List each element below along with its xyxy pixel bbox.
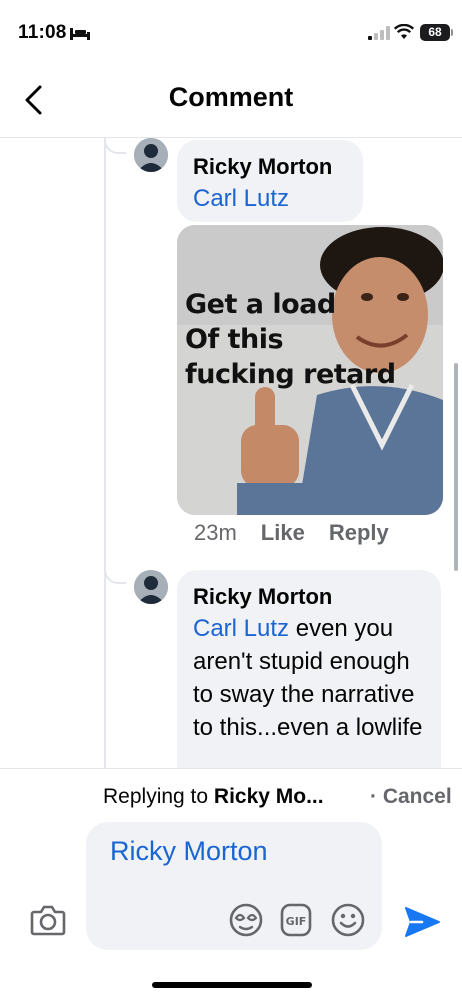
comment-author[interactable]: Ricky Morton	[193, 582, 425, 612]
header: Comment	[0, 62, 462, 138]
meme-caption: Get a load Of this fucking retard	[185, 289, 396, 390]
send-icon[interactable]	[402, 904, 442, 940]
reply-banner: Replying to Ricky Mo... · Cancel	[0, 768, 462, 822]
avatar[interactable]	[134, 138, 168, 172]
sleep-mode-icon	[70, 28, 90, 40]
comment-input[interactable]: Ricky Morton GIF	[86, 822, 382, 950]
mention-link[interactable]: Carl Lutz	[193, 185, 289, 212]
replying-to-text: Replying to Ricky Mo...	[103, 785, 324, 808]
page-title: Comment	[168, 82, 294, 112]
emoji-icon[interactable]	[330, 902, 366, 938]
mention-link[interactable]: Carl Lutz	[193, 615, 289, 642]
comment-bubble[interactable]: Ricky Morton Carl Lutz	[177, 140, 363, 222]
svg-text:GIF: GIF	[286, 915, 307, 928]
comment-composer: Ricky Morton GIF	[0, 822, 462, 1000]
sticker-icon[interactable]	[228, 902, 264, 938]
avatar[interactable]	[134, 570, 168, 604]
wifi-icon	[394, 24, 414, 39]
camera-icon[interactable]	[30, 904, 66, 936]
comment-thread[interactable]: Ricky Morton Carl Lutz Get a load Of thi	[0, 138, 462, 768]
reply-button[interactable]: Reply	[329, 520, 389, 546]
thread-connector	[104, 568, 126, 584]
status-bar: 11:08 68	[0, 0, 462, 62]
comment-bubble[interactable]: Ricky Morton Carl Lutz even you aren't s…	[177, 570, 441, 768]
home-indicator[interactable]	[152, 982, 312, 988]
gif-icon[interactable]: GIF	[278, 902, 314, 938]
comment-timestamp: 23m	[194, 520, 237, 545]
thread-line	[104, 138, 106, 768]
comment-author[interactable]: Ricky Morton	[193, 152, 347, 182]
comment-actions: 23m Like Reply	[194, 520, 389, 546]
like-button[interactable]: Like	[261, 520, 305, 546]
signal-icon	[368, 26, 390, 40]
input-mention[interactable]: Ricky Morton	[110, 836, 268, 867]
battery-indicator: 68	[420, 24, 453, 41]
thread-connector	[104, 138, 126, 154]
scrollbar[interactable]	[454, 363, 458, 571]
cancel-reply-button[interactable]: · Cancel	[370, 785, 452, 809]
status-time: 11:08	[18, 22, 67, 43]
comment-image[interactable]: Get a load Of this fucking retard	[177, 225, 443, 515]
